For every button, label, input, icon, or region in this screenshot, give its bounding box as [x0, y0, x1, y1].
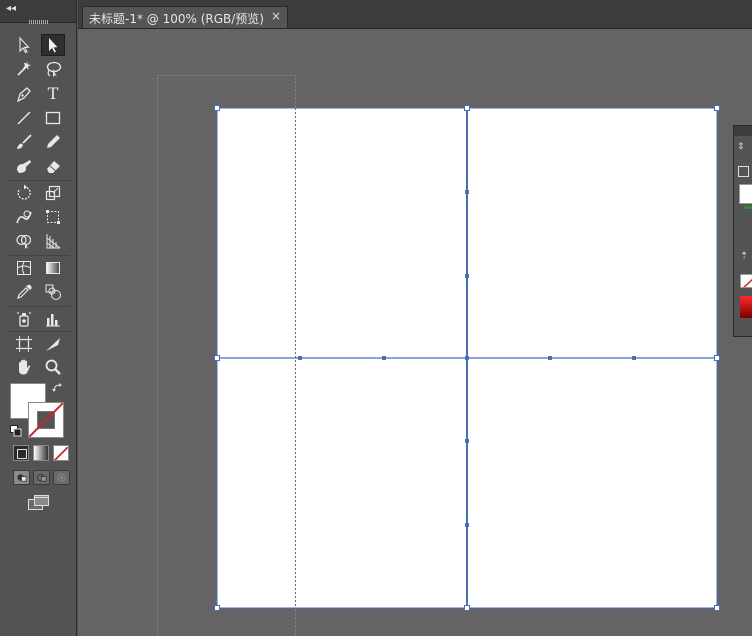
shape-builder-tool[interactable] — [12, 230, 36, 252]
blend-icon — [45, 284, 61, 300]
blob-brush-tool[interactable] — [12, 155, 36, 177]
column-graph-icon — [46, 314, 60, 327]
swap-fill-stroke-icon[interactable] — [52, 382, 64, 394]
artboard-tool[interactable] — [12, 333, 36, 355]
color-mode-button[interactable] — [13, 445, 29, 461]
eraser-icon — [47, 161, 60, 173]
free-transform-icon — [46, 210, 60, 224]
gradient-mode-button[interactable] — [33, 445, 49, 461]
symbol-sprayer-tool[interactable] — [12, 308, 36, 330]
shape-builder-icon — [16, 234, 32, 249]
lasso-icon — [46, 61, 62, 78]
warp-tool[interactable] — [12, 206, 36, 228]
line-icon — [17, 111, 31, 125]
lasso-tool[interactable] — [41, 58, 65, 80]
draw-normal-icon — [17, 474, 27, 482]
blob-brush-icon — [17, 160, 31, 173]
perspective-grid-tool[interactable] — [41, 230, 65, 252]
artwork-svg — [157, 75, 720, 636]
direct-selection-tool[interactable] — [41, 34, 65, 56]
artboard-icon — [16, 336, 32, 352]
document-canvas[interactable] — [78, 29, 752, 636]
gradient-tool[interactable] — [41, 257, 65, 279]
swap-arrow-icon[interactable]: ⇡ — [740, 251, 748, 262]
eyedropper-icon — [17, 284, 32, 299]
column-graph-tool[interactable] — [41, 308, 65, 330]
warp-icon — [16, 210, 32, 224]
none-icon — [743, 278, 752, 287]
document-tab[interactable]: 未标题-1* @ 100% (RGB/预览) × — [82, 6, 288, 28]
zoom-icon — [45, 359, 61, 375]
default-fill-stroke-icon[interactable] — [10, 425, 22, 437]
color-spectrum-bar[interactable] — [740, 296, 752, 318]
panel-out-of-gamut-icon — [744, 206, 752, 209]
draw-normal-button[interactable] — [13, 470, 30, 485]
slice-icon — [46, 338, 60, 351]
hand-icon — [19, 359, 31, 375]
arrow-icon — [19, 36, 30, 54]
none-slash-icon — [29, 403, 63, 437]
draw-inside-icon — [57, 473, 66, 482]
none-icon — [54, 446, 68, 460]
panel-fill-swatch[interactable] — [739, 184, 752, 204]
eyedropper-tool[interactable] — [12, 281, 36, 303]
mesh-icon — [17, 261, 31, 275]
panel-menu-icon[interactable]: ⇕ — [737, 142, 745, 152]
slice-tool[interactable] — [41, 333, 65, 355]
rectangle-tool[interactable] — [41, 107, 65, 129]
scale-icon — [45, 185, 61, 201]
color-panel: ⇕ ⇡ — [733, 125, 752, 337]
magic-wand-tool[interactable] — [12, 58, 36, 80]
paintbrush-tool[interactable] — [12, 131, 36, 153]
panel-grip[interactable] — [29, 20, 49, 24]
pencil-icon — [47, 135, 60, 148]
draw-behind-button[interactable] — [33, 470, 50, 485]
default-colors-icon[interactable] — [738, 166, 749, 177]
collapse-panel-icon[interactable]: ◂◂ — [6, 3, 16, 15]
mesh-tool[interactable] — [12, 257, 36, 279]
type-tool[interactable]: T — [41, 83, 65, 105]
color-panel-header[interactable] — [734, 126, 752, 136]
line-segment-tool[interactable] — [12, 107, 36, 129]
brush-icon — [17, 134, 32, 149]
draw-inside-button[interactable] — [53, 470, 70, 485]
panel-none-swatch[interactable] — [740, 274, 752, 288]
eraser-tool[interactable] — [41, 155, 65, 177]
zoom-tool[interactable] — [41, 356, 65, 378]
scale-tool[interactable] — [41, 182, 65, 204]
pencil-tool[interactable] — [41, 131, 65, 153]
perspective-grid-icon — [46, 234, 61, 249]
document-tab-title: 未标题-1* @ 100% (RGB/预览) — [89, 12, 264, 26]
rotate-icon — [17, 184, 31, 200]
hand-tool[interactable] — [12, 356, 36, 378]
free-transform-tool[interactable] — [41, 206, 65, 228]
close-tab-icon[interactable]: × — [271, 9, 281, 23]
selection-tool[interactable] — [12, 34, 36, 56]
screen-mode-icon[interactable] — [28, 494, 50, 512]
gradient-icon — [46, 262, 60, 274]
magic-wand-icon — [17, 61, 31, 76]
blend-tool[interactable] — [41, 281, 65, 303]
draw-behind-icon — [36, 473, 47, 482]
rotate-tool[interactable] — [12, 182, 36, 204]
type-icon: T — [47, 84, 59, 103]
pen-icon — [16, 87, 31, 103]
direct-arrow-icon — [49, 38, 58, 53]
document-tab-bar: 未标题-1* @ 100% (RGB/预览) × — [78, 0, 752, 29]
pen-tool[interactable] — [12, 83, 36, 105]
tools-panel: ◂◂ T — [0, 0, 77, 636]
none-mode-button[interactable] — [53, 445, 69, 461]
stroke-color-swatch[interactable] — [28, 402, 64, 438]
symbol-sprayer-icon — [17, 312, 31, 327]
rectangle-icon — [45, 111, 61, 125]
